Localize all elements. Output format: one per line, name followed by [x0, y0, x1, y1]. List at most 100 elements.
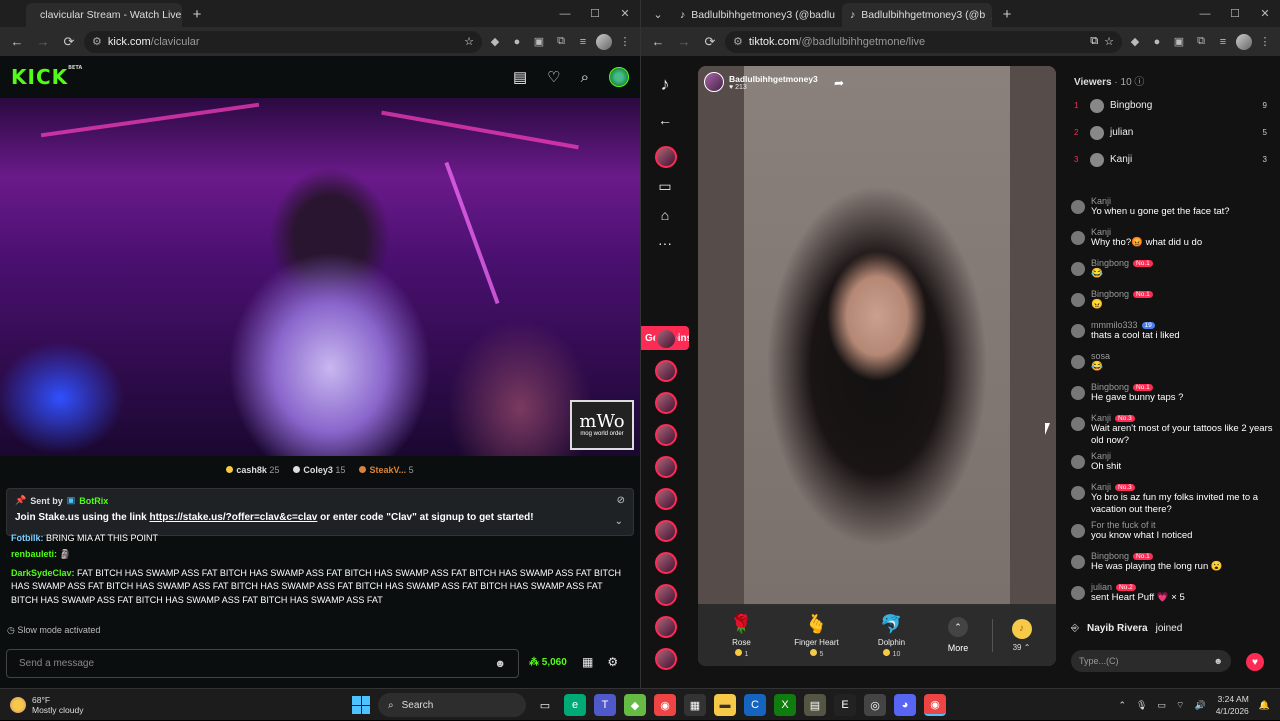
app-icon[interactable]: ▤: [804, 694, 826, 716]
discord-icon[interactable]: ◕: [894, 694, 916, 716]
like-heart-button[interactable]: ♥: [1246, 653, 1264, 671]
comment-user[interactable]: sosa: [1091, 351, 1110, 361]
extension-icon[interactable]: ●: [1148, 33, 1166, 51]
extension-icon[interactable]: ▣: [530, 33, 548, 51]
comment-user[interactable]: Bingbong: [1091, 551, 1129, 561]
channel-points[interactable]: ⁂ 5,060: [529, 657, 567, 668]
store-icon[interactable]: ▦: [684, 694, 706, 716]
reading-list-icon[interactable]: ≡: [574, 33, 592, 51]
edge-icon[interactable]: e: [564, 694, 586, 716]
notification-icon[interactable]: 🔔: [1259, 700, 1270, 711]
taskbar-search[interactable]: ⌕ Search: [378, 693, 526, 717]
avatar[interactable]: [1071, 386, 1085, 400]
live-avatar[interactable]: [655, 328, 677, 350]
comment-user[interactable]: Kanji: [1091, 413, 1111, 423]
bookmark-star-icon[interactable]: ☆: [1104, 35, 1114, 48]
unpin-icon[interactable]: ⊘: [617, 495, 625, 506]
forward-icon[interactable]: →: [673, 31, 695, 53]
site-info-icon[interactable]: ⚙: [92, 35, 102, 48]
clock[interactable]: 3:24 AM 4/1/2026: [1216, 693, 1249, 717]
app-icon[interactable]: ◆: [624, 694, 646, 716]
bookmark-star-icon[interactable]: ☆: [464, 35, 474, 48]
chevron-up-icon[interactable]: ⌃: [1119, 700, 1127, 711]
close-window-button[interactable]: ✕: [610, 0, 640, 27]
avatar[interactable]: [1071, 262, 1085, 276]
reading-list-icon[interactable]: ≡: [1214, 33, 1232, 51]
site-info-icon[interactable]: ⚙: [733, 35, 743, 48]
microphone-icon[interactable]: 🎙: [1136, 700, 1147, 711]
start-button[interactable]: [352, 696, 370, 714]
live-avatar[interactable]: [655, 456, 677, 478]
gift-icon[interactable]: ▦: [582, 655, 593, 669]
open-in-app-icon[interactable]: ⧉: [1090, 35, 1098, 48]
live-avatar[interactable]: [655, 392, 677, 414]
volume-icon[interactable]: 🔊: [1194, 700, 1205, 711]
stream-video[interactable]: mWo mog world order: [0, 98, 640, 456]
maximize-button[interactable]: ☐: [580, 0, 610, 27]
minimize-button[interactable]: —: [1190, 0, 1220, 27]
extension-icon[interactable]: ▣: [1170, 33, 1188, 51]
more-icon[interactable]: ···: [655, 233, 675, 253]
url-field[interactable]: ⚙ kick.com/clavicular ☆: [84, 30, 482, 53]
explore-icon[interactable]: ⌂: [655, 205, 675, 225]
new-tab-button[interactable]: +: [186, 3, 208, 25]
display-icon[interactable]: ▭: [1157, 700, 1166, 711]
tiktok-logo-icon[interactable]: ♪: [655, 74, 675, 94]
live-avatar[interactable]: [655, 584, 677, 606]
profile-avatar[interactable]: [1236, 33, 1252, 50]
live-avatar[interactable]: [655, 520, 677, 542]
chevron-down-icon[interactable]: ⌄: [615, 516, 623, 527]
avatar[interactable]: [1071, 293, 1085, 307]
url-field[interactable]: ⚙ tiktok.com/@badlulbihhgetmone/live ⧉ ☆: [725, 30, 1122, 53]
comment-user[interactable]: Kanji: [1091, 451, 1111, 461]
more-gifts-button[interactable]: ⌃ More: [929, 617, 987, 653]
puzzle-icon[interactable]: ⧉: [1192, 33, 1210, 51]
extension-icon[interactable]: ◆: [486, 33, 504, 51]
comment-user[interactable]: For the fuck of it: [1091, 520, 1156, 530]
live-avatar[interactable]: [655, 488, 677, 510]
avatar[interactable]: [1071, 586, 1085, 600]
live-avatar[interactable]: [655, 616, 677, 638]
kick-logo[interactable]: KICKBETA: [11, 65, 82, 89]
viewer-row[interactable]: 2 julian 5: [1067, 119, 1280, 146]
emoji-icon[interactable]: ☻: [1214, 656, 1223, 666]
user-avatar[interactable]: [609, 67, 629, 87]
heart-icon[interactable]: ♡: [547, 68, 560, 86]
tab-tiktok-1[interactable]: ♪ Badlulbihhgetmoney3 (@badlu ✕: [672, 3, 842, 27]
avatar[interactable]: [1071, 355, 1085, 369]
back-icon[interactable]: ←: [6, 31, 28, 53]
search-icon[interactable]: ⌕: [581, 69, 589, 86]
tab-kick[interactable]: clavicular Stream - Watch Live o ✕: [26, 3, 182, 27]
info-icon[interactable]: ⓘ: [1134, 77, 1144, 88]
live-video[interactable]: Badlulbihhgetmoney3 ♥ 213 ➦ 🌹 Rose 1 🫰 Fing…: [698, 66, 1056, 666]
teams-icon[interactable]: T: [594, 694, 616, 716]
coin-balance[interactable]: ♪ 39 ⌃: [992, 618, 1050, 652]
task-view-icon[interactable]: ▭: [534, 694, 556, 716]
reload-icon[interactable]: ⟳: [699, 31, 721, 53]
comment-user[interactable]: Kanji: [1091, 482, 1111, 492]
minimize-button[interactable]: —: [550, 0, 580, 27]
viewer-row[interactable]: 1 Bingbong 9: [1067, 92, 1280, 119]
avatar[interactable]: [1071, 455, 1085, 469]
live-avatar[interactable]: [655, 360, 677, 382]
settings-gear-icon[interactable]: ⚙: [607, 655, 618, 669]
comment-input[interactable]: Type...(C) ☻: [1071, 650, 1231, 672]
avatar[interactable]: [1071, 417, 1085, 431]
live-avatar[interactable]: [655, 424, 677, 446]
forward-icon[interactable]: →: [32, 31, 54, 53]
speaker-icon[interactable]: 🔊: [991, 9, 992, 22]
host-avatar[interactable]: [704, 72, 724, 92]
xbox-icon[interactable]: X: [774, 694, 796, 716]
comment-user[interactable]: julian: [1091, 582, 1112, 592]
bot-name[interactable]: BotRix: [79, 496, 108, 506]
avatar[interactable]: [1071, 486, 1085, 500]
new-tab-button[interactable]: +: [996, 3, 1018, 25]
video-camera-icon[interactable]: ▭: [655, 176, 675, 196]
emoji-icon[interactable]: ☻: [494, 658, 506, 670]
reload-icon[interactable]: ⟳: [58, 31, 80, 53]
gift-rose[interactable]: 🌹 Rose 1: [704, 612, 779, 659]
extension-icon[interactable]: ◆: [1126, 33, 1144, 51]
tab-tiktok-2[interactable]: ♪ Badlulbihhgetmoney3 (@b 🔊 ✕: [842, 3, 992, 27]
maximize-button[interactable]: ☐: [1220, 0, 1250, 27]
live-avatar[interactable]: [655, 648, 677, 670]
